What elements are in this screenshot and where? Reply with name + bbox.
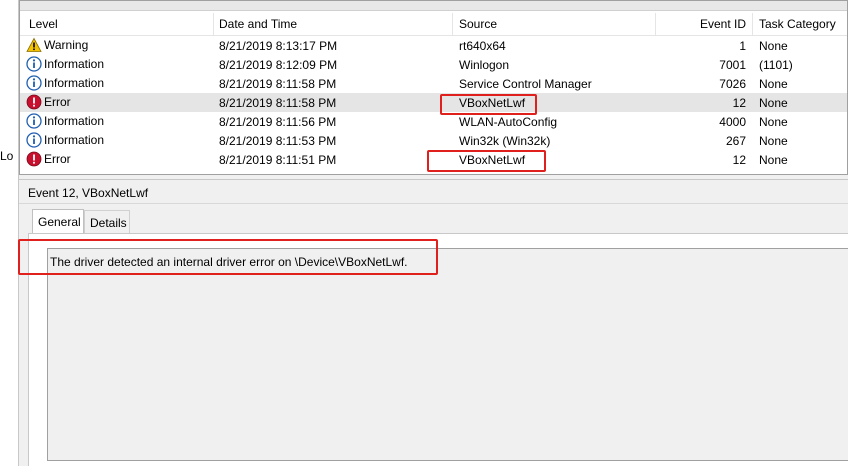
event-id-cell: 7001 — [719, 58, 746, 72]
table-row[interactable]: Information 8/21/2019 8:11:56 PM WLAN-Auto… — [20, 112, 847, 131]
highlight-box-source-2 — [427, 150, 546, 172]
level-text: Information — [44, 114, 105, 128]
event-list-pane[interactable]: Level Date and Time Source Event ID Task… — [19, 0, 848, 175]
source-cell: Winlogon — [459, 58, 510, 72]
source-cell: Win32k (Win32k) — [459, 134, 551, 148]
column-header-level[interactable]: Level — [29, 17, 58, 31]
level-text: Error — [44, 152, 71, 166]
task-category-cell: (1101) — [759, 58, 793, 72]
level-cell: Error — [26, 151, 71, 167]
task-category-cell: None — [759, 77, 788, 91]
highlight-box-source-1 — [440, 94, 537, 115]
warning-icon — [26, 37, 42, 53]
event-id-cell: 1 — [739, 39, 746, 53]
info-icon — [26, 113, 42, 129]
source-cell: WLAN-AutoConfig — [459, 115, 558, 129]
task-category-cell: None — [759, 39, 788, 53]
date-cell: 8/21/2019 8:11:56 PM — [219, 115, 337, 129]
level-cell: Information — [26, 56, 104, 72]
source-cell: rt640x64 — [459, 39, 506, 53]
column-separator[interactable] — [655, 13, 656, 35]
task-category-cell: None — [759, 153, 788, 167]
column-header-date[interactable]: Date and Time — [219, 17, 297, 31]
event-detail-header: Event 12, VBoxNetLwf — [19, 180, 848, 204]
column-header-task-category[interactable]: Task Category — [759, 17, 836, 31]
table-row[interactable]: Error 8/21/2019 8:11:58 PM VBoxNetLwf 12 Non… — [20, 93, 847, 112]
column-header-event-id[interactable]: Event ID — [700, 17, 746, 31]
level-text: Information — [44, 76, 105, 90]
info-icon — [26, 56, 42, 72]
task-category-cell: None — [759, 134, 788, 148]
level-text: Error — [44, 95, 71, 109]
tab-details[interactable]: Details — [84, 210, 130, 233]
source-cell: Service Control Manager — [459, 77, 592, 91]
error-icon — [26, 151, 42, 167]
table-row[interactable]: Information 8/21/2019 8:12:09 PM Winlogon 7… — [20, 55, 847, 74]
left-navigation-pane — [0, 0, 19, 466]
pane-top-edge — [20, 1, 847, 11]
level-cell: Information — [26, 113, 104, 129]
table-row[interactable]: Information 8/21/2019 8:11:58 PM Service C… — [20, 74, 847, 93]
table-row[interactable]: Warning 8/21/2019 8:13:17 PM rt640x64 1 None — [20, 36, 847, 55]
level-text: Warning — [44, 38, 89, 52]
info-icon — [26, 75, 42, 91]
task-category-cell: None — [759, 115, 788, 129]
date-cell: 8/21/2019 8:12:09 PM — [219, 58, 338, 72]
error-icon — [26, 94, 42, 110]
event-message-box[interactable]: The driver detected an internal driver e… — [47, 248, 848, 461]
level-cell: Information — [26, 75, 104, 91]
level-text: Information — [44, 57, 105, 71]
tab-general-label: General — [38, 215, 81, 229]
info-icon — [26, 132, 42, 148]
column-separator[interactable] — [752, 13, 753, 35]
event-id-cell: 12 — [732, 96, 746, 110]
date-cell: 8/21/2019 8:11:58 PM — [219, 77, 337, 91]
date-cell: 8/21/2019 8:13:17 PM — [219, 39, 338, 53]
event-id-cell: 267 — [725, 134, 746, 148]
column-header-row: Level Date and Time Source Event ID Task… — [20, 13, 847, 36]
level-cell: Warning — [26, 37, 88, 53]
date-cell: 8/21/2019 8:11:58 PM — [219, 96, 337, 110]
column-header-source[interactable]: Source — [459, 17, 497, 31]
highlight-box-message — [18, 239, 438, 275]
tab-general[interactable]: General — [32, 209, 84, 234]
level-cell: Information — [26, 132, 104, 148]
event-id-cell: 12 — [732, 153, 746, 167]
left-pane-label: Lo — [0, 149, 14, 163]
event-id-cell: 4000 — [719, 115, 746, 129]
event-id-cell: 7026 — [719, 77, 746, 91]
column-separator[interactable] — [452, 13, 453, 35]
date-cell: 8/21/2019 8:11:53 PM — [219, 134, 337, 148]
event-detail-title: Event 12, VBoxNetLwf — [28, 186, 149, 200]
column-separator[interactable] — [213, 13, 214, 35]
table-row[interactable]: Information 8/21/2019 8:11:53 PM Win32k (W… — [20, 131, 847, 150]
date-cell: 8/21/2019 8:11:51 PM — [219, 153, 337, 167]
level-text: Information — [44, 133, 105, 147]
level-cell: Error — [26, 94, 71, 110]
tab-details-label: Details — [90, 216, 127, 230]
task-category-cell: None — [759, 96, 788, 110]
